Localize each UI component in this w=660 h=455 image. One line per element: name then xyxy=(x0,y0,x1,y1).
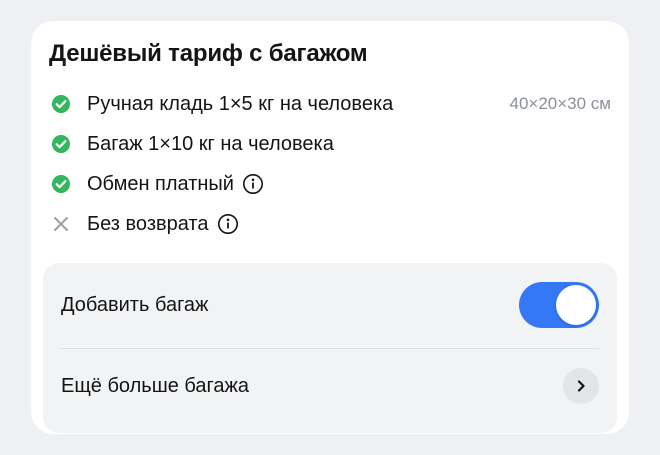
add-baggage-label: Добавить багаж xyxy=(61,293,209,316)
more-baggage-button[interactable] xyxy=(563,368,599,404)
feature-baggage: Багаж 1×10 кг на человека xyxy=(51,129,611,159)
feature-label: Багаж 1×10 кг на человека xyxy=(87,132,334,155)
feature-label: Обмен платный xyxy=(87,172,234,195)
hand-luggage-dimensions: 40×20×30 см xyxy=(509,94,612,113)
tariff-title: Дешёвый тариф с багажом xyxy=(49,40,368,67)
check-circle-icon xyxy=(51,94,71,114)
feature-label: Без возврата xyxy=(87,212,209,235)
toggle-knob xyxy=(556,285,596,325)
cross-icon xyxy=(51,214,71,234)
chevron-right-icon xyxy=(574,379,588,393)
divider xyxy=(61,348,599,349)
feature-exchange: Обмен платный xyxy=(51,169,611,199)
feature-refund: Без возврата xyxy=(51,209,611,239)
feature-label: Ручная кладь 1×5 кг на человека xyxy=(87,92,394,115)
check-circle-icon xyxy=(51,134,71,154)
more-baggage-label: Ещё больше багажа xyxy=(61,374,250,397)
more-baggage-row[interactable]: Ещё больше багажа xyxy=(61,351,599,421)
add-baggage-toggle[interactable] xyxy=(519,282,599,328)
add-baggage-row[interactable]: Добавить багаж xyxy=(61,270,599,340)
baggage-options-panel: Добавить багаж Ещё больше багажа xyxy=(43,263,617,433)
tariff-card: Дешёвый тариф с багажом Ручная кладь 1×5… xyxy=(31,21,629,434)
feature-hand-luggage: Ручная кладь 1×5 кг на человека 40×20×30… xyxy=(51,89,611,119)
check-circle-icon xyxy=(51,174,71,194)
info-icon[interactable] xyxy=(242,173,264,195)
info-icon[interactable] xyxy=(217,213,239,235)
